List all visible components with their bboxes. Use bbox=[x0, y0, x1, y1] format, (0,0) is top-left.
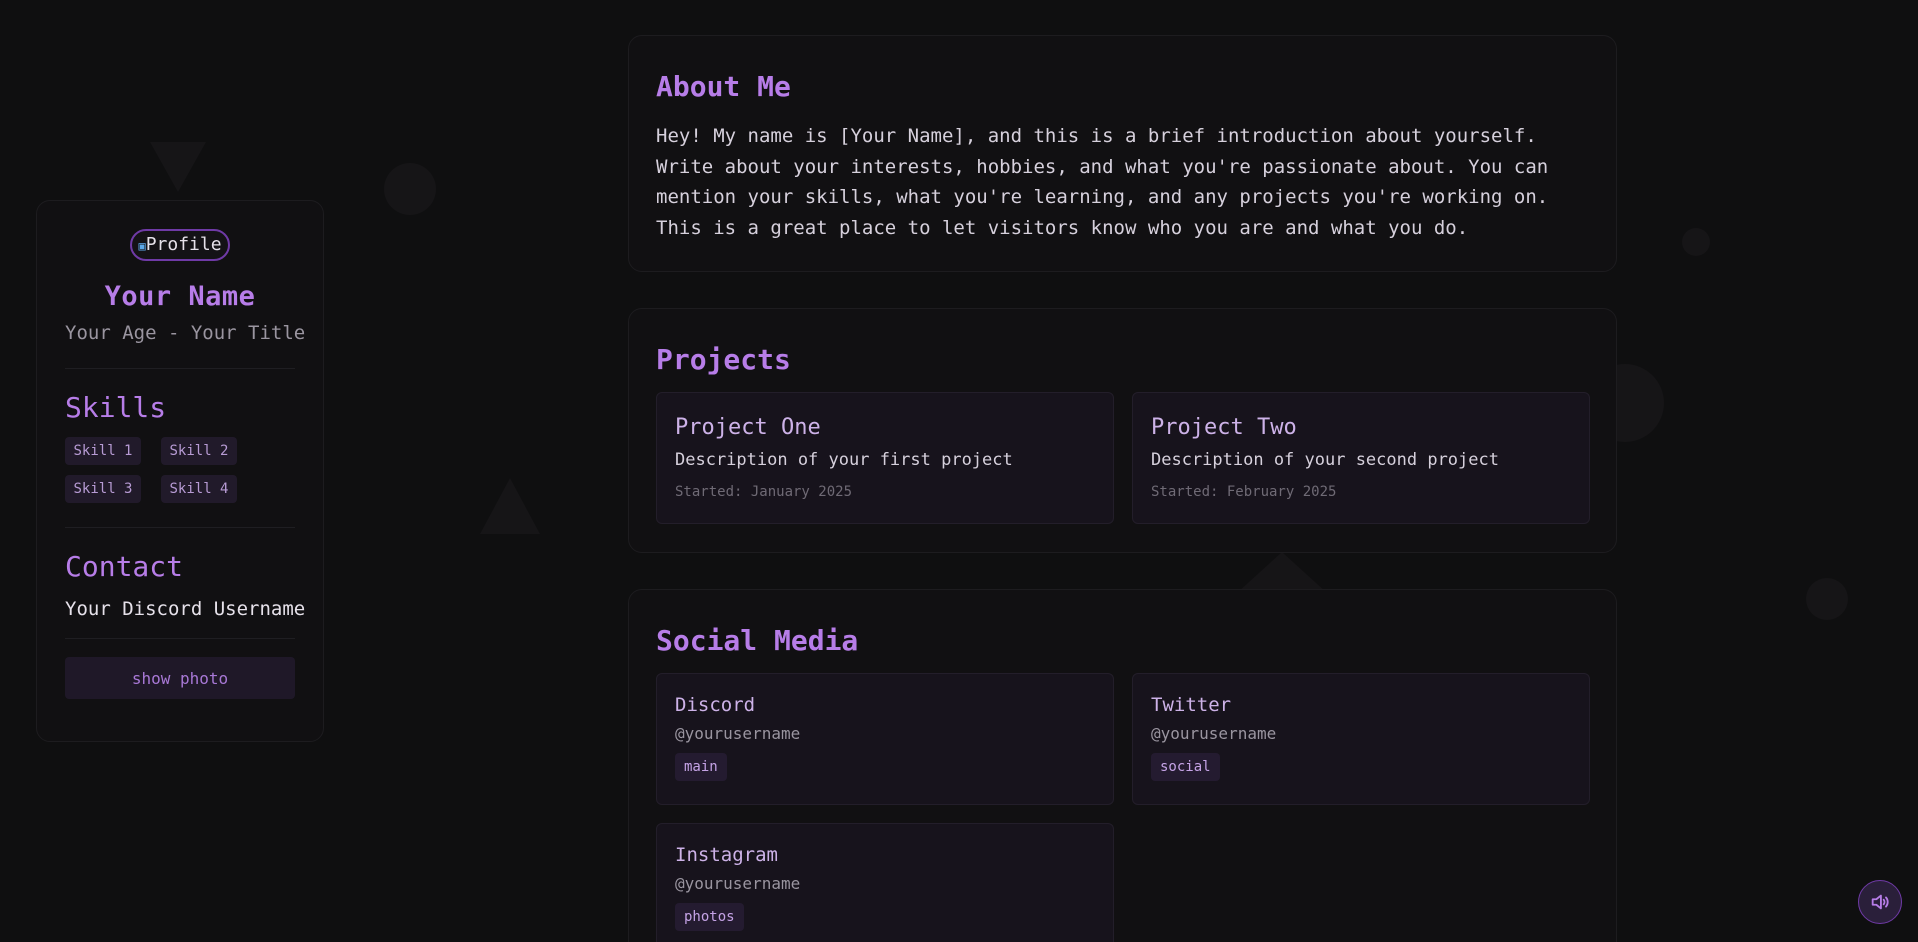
social-tag: social bbox=[1151, 753, 1220, 781]
social-platform: Twitter bbox=[1151, 694, 1232, 716]
bg-circle-shape bbox=[384, 163, 436, 215]
social-title: Social Media bbox=[656, 624, 859, 657]
bg-triangle-shape bbox=[1238, 552, 1326, 592]
divider bbox=[65, 527, 295, 528]
bg-triangle-shape bbox=[150, 142, 206, 192]
social-item[interactable]: Discord @yourusername main bbox=[656, 673, 1114, 805]
social-item[interactable]: Instagram @yourusername photos bbox=[656, 823, 1114, 942]
divider bbox=[65, 368, 295, 369]
project-start-date: Started: January 2025 bbox=[675, 484, 853, 500]
show-photo-button[interactable]: show photo bbox=[65, 657, 295, 699]
project-name: Project Two bbox=[1151, 415, 1297, 440]
social-handle: @yourusername bbox=[675, 724, 801, 743]
broken-image-icon: ▣ bbox=[138, 239, 146, 253]
projects-card: Projects Project One Description of your… bbox=[628, 308, 1617, 553]
skill-tag: Skill 4 bbox=[161, 475, 237, 503]
social-tag: photos bbox=[675, 903, 744, 931]
skills-title: Skills bbox=[65, 391, 167, 424]
bg-circle-shape bbox=[1806, 578, 1848, 620]
social-item[interactable]: Twitter @yourusername social bbox=[1132, 673, 1590, 805]
social-platform: Discord bbox=[675, 694, 756, 716]
contact-title: Contact bbox=[65, 550, 184, 583]
audio-toggle-button[interactable] bbox=[1858, 880, 1902, 924]
about-title: About Me bbox=[656, 70, 791, 103]
bg-triangle-shape bbox=[480, 478, 540, 534]
project-card[interactable]: Project One Description of your first pr… bbox=[656, 392, 1114, 524]
project-card[interactable]: Project Two Description of your second p… bbox=[1132, 392, 1590, 524]
social-handle: @yourusername bbox=[675, 874, 801, 893]
skill-tag: Skill 3 bbox=[65, 475, 141, 503]
social-platform: Instagram bbox=[675, 844, 778, 866]
profile-name: Your Name bbox=[104, 281, 256, 312]
about-text: Hey! My name is [Your Name], and this is… bbox=[656, 125, 1549, 239]
project-start-date: Started: February 2025 bbox=[1151, 484, 1337, 500]
social-grid: Discord @yourusername main Twitter @your… bbox=[656, 673, 1590, 942]
projects-title: Projects bbox=[656, 343, 791, 376]
profile-subtitle: Your Age - Your Title bbox=[65, 322, 306, 344]
contact-value: Your Discord Username bbox=[65, 598, 306, 620]
avatar: ▣Profile bbox=[130, 229, 230, 261]
speaker-icon bbox=[1871, 894, 1889, 910]
page: ▣Profile Your Name Your Age - Your Title… bbox=[0, 0, 1918, 942]
skills-list: Skill 1 Skill 2 Skill 3 Skill 4 bbox=[65, 437, 295, 503]
divider bbox=[65, 638, 295, 639]
project-description: Description of your first project bbox=[675, 450, 1013, 470]
project-name: Project One bbox=[675, 415, 821, 440]
social-tag: main bbox=[675, 753, 727, 781]
profile-sidebar: ▣Profile Your Name Your Age - Your Title… bbox=[36, 200, 324, 742]
about-card: About Me Hey! My name is [Your Name], an… bbox=[628, 35, 1617, 272]
skill-tag: Skill 1 bbox=[65, 437, 141, 465]
projects-grid: Project One Description of your first pr… bbox=[656, 392, 1590, 524]
project-description: Description of your second project bbox=[1151, 450, 1499, 470]
avatar-alt-text: Profile bbox=[145, 234, 222, 255]
skill-tag: Skill 2 bbox=[161, 437, 237, 465]
bg-circle-shape bbox=[1682, 228, 1710, 256]
social-handle: @yourusername bbox=[1151, 724, 1277, 743]
social-card: Social Media Discord @yourusername main … bbox=[628, 589, 1617, 942]
